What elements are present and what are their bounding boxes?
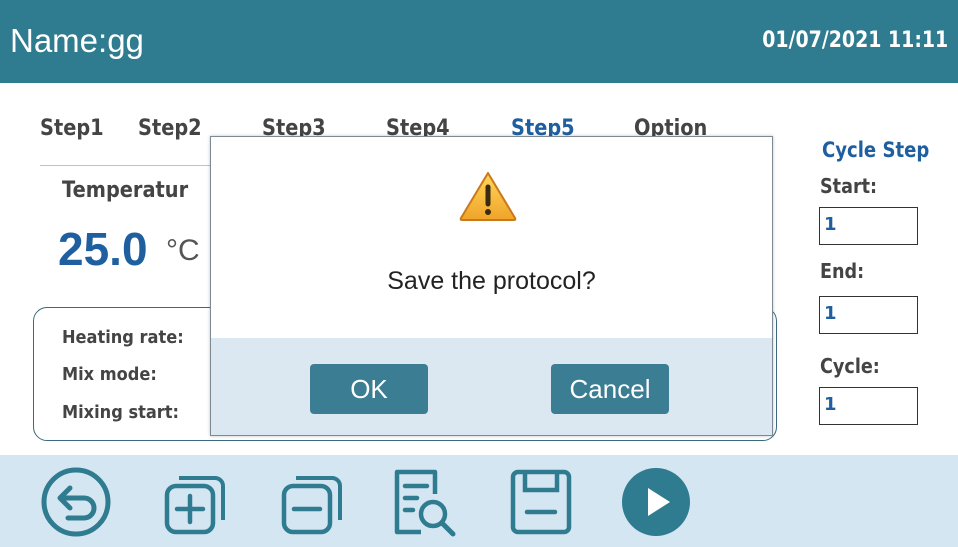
dialog-message: Save the protocol? — [387, 267, 596, 295]
dialog-footer: OK Cancel — [211, 338, 772, 435]
cycle-step-title: Cycle Step — [822, 138, 930, 162]
save-confirm-dialog: Save the protocol? OK Cancel — [210, 136, 773, 436]
ok-button[interactable]: OK — [310, 364, 428, 414]
warning-icon — [458, 170, 518, 222]
cycle-label: Cycle: — [820, 354, 880, 378]
cancel-button[interactable]: Cancel — [551, 364, 669, 414]
mix-mode-label: Mix mode: — [62, 364, 157, 385]
end-label: End: — [820, 259, 865, 283]
save-icon[interactable] — [503, 464, 579, 540]
tab-step2[interactable]: Step2 — [138, 116, 202, 141]
temperature-unit: °C — [166, 234, 200, 267]
datetime-display: 01/07/2021 11:11 — [762, 28, 948, 53]
mixing-start-label: Mixing start: — [62, 402, 179, 423]
start-label: Start: — [820, 174, 878, 198]
heating-rate-label: Heating rate: — [62, 327, 184, 348]
back-icon[interactable] — [38, 464, 114, 540]
end-input[interactable]: 1 — [819, 296, 918, 334]
temperature-label: Temperatur — [62, 178, 189, 203]
title-bar: Name:gg 01/07/2021 11:11 — [0, 0, 958, 83]
protocol-name: Name:gg — [10, 22, 144, 59]
preview-icon[interactable] — [383, 464, 459, 540]
start-input[interactable]: 1 — [819, 207, 918, 245]
tab-step1[interactable]: Step1 — [40, 116, 104, 141]
add-step-icon[interactable] — [157, 464, 233, 540]
bottom-toolbar — [0, 455, 958, 547]
cycle-input[interactable]: 1 — [819, 387, 918, 425]
remove-step-icon[interactable] — [274, 464, 350, 540]
run-icon[interactable] — [618, 464, 694, 540]
temperature-value[interactable]: 25.0 — [58, 222, 148, 276]
